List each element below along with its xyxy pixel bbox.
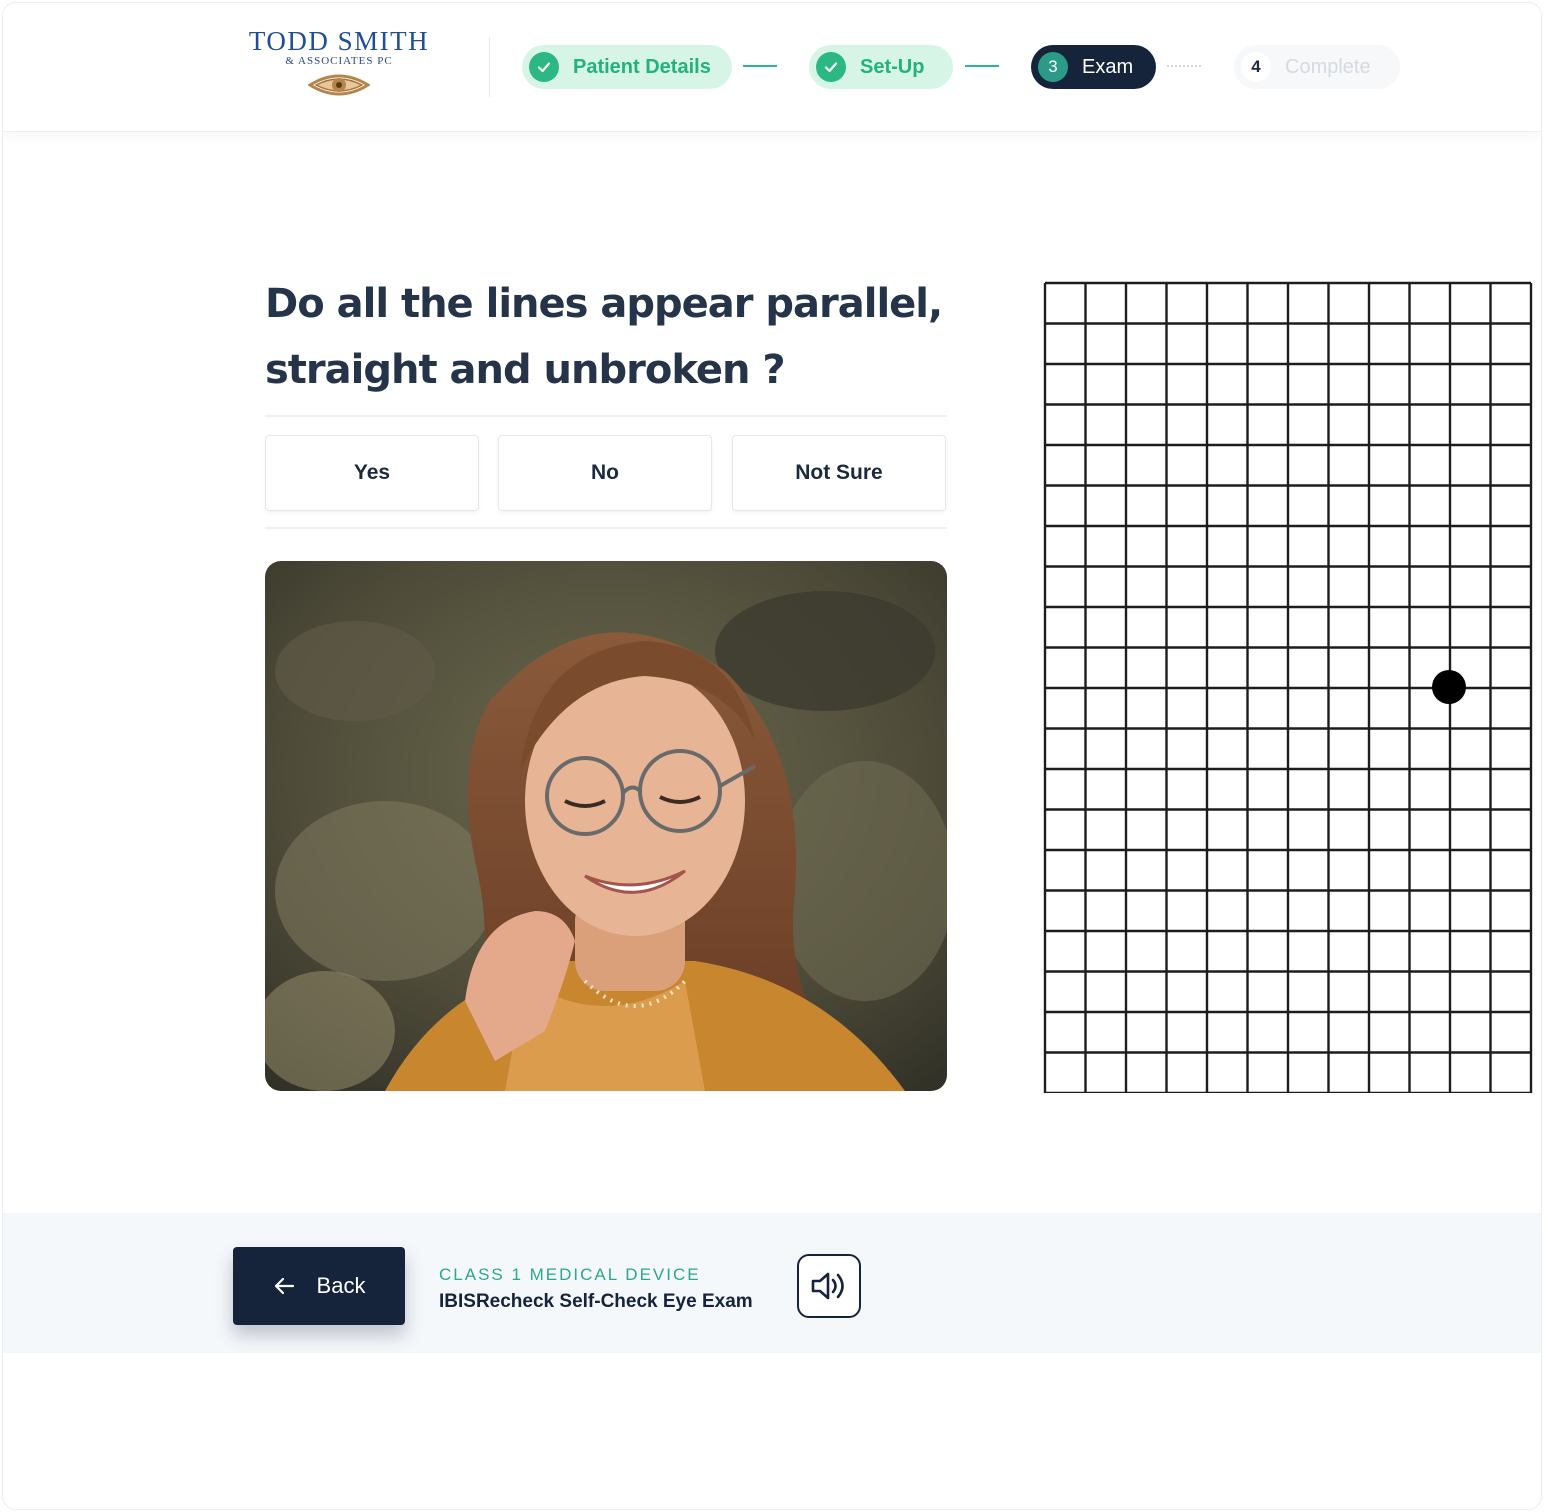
back-button-label: Back (316, 1273, 366, 1298)
header-divider (489, 37, 490, 97)
back-button[interactable]: Back (233, 1247, 405, 1325)
eye-logo-icon (308, 74, 370, 96)
answer-not-sure-button[interactable]: Not Sure (732, 435, 946, 511)
brand-name: TODD SMITH (248, 26, 430, 56)
speaker-icon (811, 1272, 844, 1300)
divider (265, 527, 947, 529)
step-label: Exam (1082, 55, 1134, 78)
step-connector (1167, 65, 1201, 67)
question-line: straight and unbroken ? (265, 347, 786, 393)
answer-yes-button[interactable]: Yes (265, 435, 479, 511)
answer-no-button[interactable]: No (498, 435, 712, 511)
step-connector (965, 65, 999, 67)
arrow-left-icon (273, 1276, 295, 1296)
step-patient-details[interactable]: Patient Details (522, 45, 732, 89)
step-label: Complete (1285, 55, 1371, 78)
device-class-label: CLASS 1 MEDICAL DEVICE (439, 1265, 701, 1284)
person-with-glasses-photo (265, 561, 947, 1091)
check-icon (529, 52, 559, 82)
brand-logo[interactable]: TODD SMITH & ASSOCIATES PC (235, 27, 443, 99)
footer: Back CLASS 1 MEDICAL DEVICE IBISRecheck … (3, 1213, 1541, 1353)
step-label: Patient Details (573, 55, 711, 78)
app-frame: TODD SMITH & ASSOCIATES PC Patient Detai… (2, 2, 1542, 1510)
step-set-up[interactable]: Set-Up (809, 45, 953, 89)
step-label: Set-Up (860, 55, 925, 78)
step-number: 3 (1038, 52, 1068, 82)
step-exam[interactable]: 3 Exam (1031, 45, 1156, 89)
device-name-label: IBISRecheck Self-Check Eye Exam (439, 1291, 753, 1312)
question-title: Do all the lines appear parallel, straig… (265, 271, 965, 403)
question-line: Do all the lines appear parallel, (265, 281, 943, 327)
divider (265, 415, 947, 417)
amsler-grid (1043, 281, 1533, 1093)
brand-subtitle: & ASSOCIATES PC (285, 55, 393, 67)
step-connector (743, 65, 777, 67)
audio-button[interactable] (797, 1254, 861, 1318)
focus-dot (1432, 670, 1466, 704)
step-complete[interactable]: 4 Complete (1234, 45, 1400, 89)
check-icon (816, 52, 846, 82)
step-number: 4 (1241, 52, 1271, 82)
header: TODD SMITH & ASSOCIATES PC Patient Detai… (3, 3, 1541, 132)
